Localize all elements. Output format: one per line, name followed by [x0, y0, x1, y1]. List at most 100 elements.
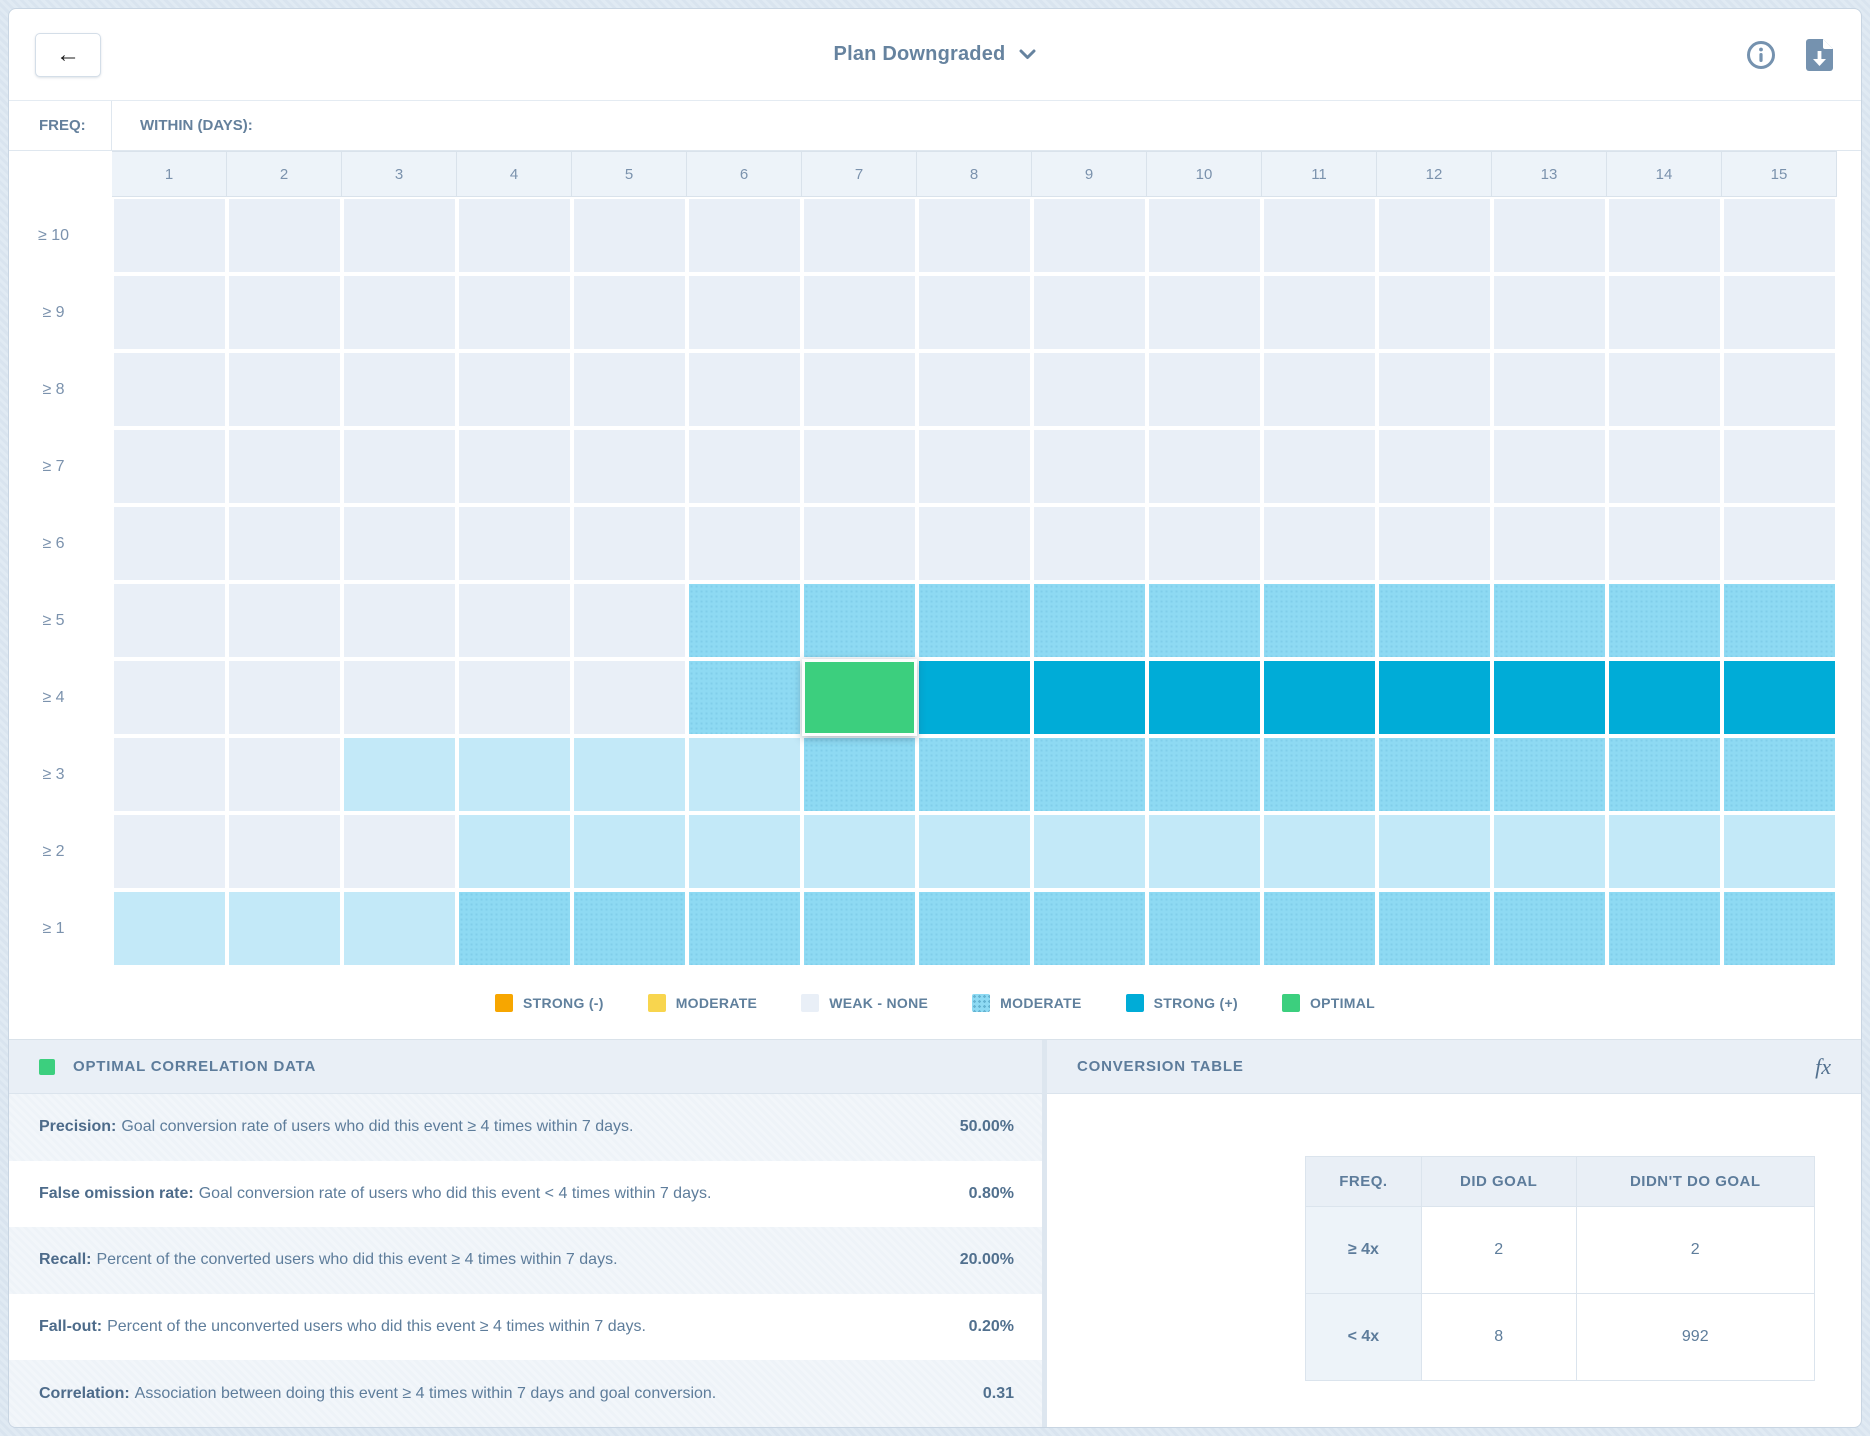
- heatmap-cell[interactable]: [457, 736, 572, 813]
- heatmap-cell[interactable]: [1722, 428, 1837, 505]
- heatmap-cell[interactable]: [1032, 890, 1147, 967]
- heatmap-cell[interactable]: [112, 428, 227, 505]
- heatmap-cell[interactable]: [112, 890, 227, 967]
- heatmap-cell[interactable]: [1607, 428, 1722, 505]
- heatmap-cell[interactable]: [342, 659, 457, 736]
- heatmap-cell[interactable]: [1262, 351, 1377, 428]
- heatmap-cell[interactable]: [1147, 582, 1262, 659]
- heatmap-cell[interactable]: [1262, 505, 1377, 582]
- heatmap-cell[interactable]: [687, 274, 802, 351]
- heatmap-cell[interactable]: [1722, 197, 1837, 274]
- heatmap-cell[interactable]: [917, 582, 1032, 659]
- heatmap-cell[interactable]: [917, 428, 1032, 505]
- heatmap-cell[interactable]: [227, 428, 342, 505]
- heatmap-cell[interactable]: [1262, 582, 1377, 659]
- heatmap-cell[interactable]: [1262, 813, 1377, 890]
- heatmap-cell[interactable]: [1147, 659, 1262, 736]
- heatmap-cell[interactable]: [1722, 736, 1837, 813]
- heatmap-cell[interactable]: [1722, 505, 1837, 582]
- formula-fx-icon[interactable]: fx: [1815, 1054, 1831, 1080]
- heatmap-cell[interactable]: [1377, 659, 1492, 736]
- heatmap-cell[interactable]: [1492, 505, 1607, 582]
- heatmap-cell[interactable]: [687, 351, 802, 428]
- heatmap-cell[interactable]: [342, 736, 457, 813]
- heatmap-cell[interactable]: [342, 813, 457, 890]
- heatmap-cell[interactable]: [1607, 659, 1722, 736]
- heatmap-cell[interactable]: [457, 582, 572, 659]
- heatmap-cell[interactable]: [1607, 582, 1722, 659]
- heatmap-cell[interactable]: [1492, 351, 1607, 428]
- heatmap-cell[interactable]: [1492, 890, 1607, 967]
- heatmap-cell[interactable]: [802, 351, 917, 428]
- heatmap-cell[interactable]: [802, 582, 917, 659]
- heatmap-cell[interactable]: [227, 505, 342, 582]
- heatmap-cell[interactable]: [112, 582, 227, 659]
- heatmap-cell[interactable]: [227, 274, 342, 351]
- heatmap-cell[interactable]: [572, 890, 687, 967]
- heatmap-cell[interactable]: [1147, 428, 1262, 505]
- heatmap-cell[interactable]: [342, 274, 457, 351]
- heatmap-cell[interactable]: [802, 890, 917, 967]
- heatmap-cell[interactable]: [342, 428, 457, 505]
- heatmap-cell[interactable]: [112, 274, 227, 351]
- heatmap-cell[interactable]: [227, 197, 342, 274]
- heatmap-cell[interactable]: [1492, 659, 1607, 736]
- heatmap-cell[interactable]: [227, 813, 342, 890]
- event-selector[interactable]: Plan Downgraded: [9, 43, 1861, 66]
- heatmap-cell[interactable]: [1377, 351, 1492, 428]
- heatmap-cell[interactable]: [112, 813, 227, 890]
- heatmap-cell[interactable]: [1492, 274, 1607, 351]
- heatmap-cell[interactable]: [687, 659, 802, 736]
- heatmap-cell[interactable]: [1032, 197, 1147, 274]
- heatmap-cell[interactable]: [457, 505, 572, 582]
- heatmap-cell[interactable]: [687, 890, 802, 967]
- heatmap-cell[interactable]: [457, 351, 572, 428]
- heatmap-cell[interactable]: [687, 505, 802, 582]
- heatmap-cell[interactable]: [1607, 197, 1722, 274]
- heatmap-cell[interactable]: [1377, 274, 1492, 351]
- heatmap-cell[interactable]: [1032, 274, 1147, 351]
- heatmap-cell[interactable]: [457, 890, 572, 967]
- heatmap-cell[interactable]: [1032, 659, 1147, 736]
- heatmap-cell[interactable]: [112, 736, 227, 813]
- heatmap-cell[interactable]: [572, 659, 687, 736]
- heatmap-cell[interactable]: [572, 197, 687, 274]
- heatmap-cell[interactable]: [572, 813, 687, 890]
- heatmap-cell[interactable]: [572, 428, 687, 505]
- heatmap-cell[interactable]: [917, 659, 1032, 736]
- heatmap-cell[interactable]: [1607, 890, 1722, 967]
- heatmap-cell[interactable]: [1722, 582, 1837, 659]
- heatmap-cell[interactable]: [1492, 582, 1607, 659]
- heatmap-cell[interactable]: [802, 428, 917, 505]
- heatmap-cell[interactable]: [457, 813, 572, 890]
- heatmap-cell[interactable]: [457, 197, 572, 274]
- heatmap-cell[interactable]: [687, 736, 802, 813]
- heatmap-cell[interactable]: [227, 659, 342, 736]
- heatmap-cell[interactable]: [802, 274, 917, 351]
- heatmap-cell[interactable]: [1722, 274, 1837, 351]
- heatmap-cell[interactable]: [1262, 736, 1377, 813]
- heatmap-cell[interactable]: [1722, 890, 1837, 967]
- heatmap-cell[interactable]: [1722, 351, 1837, 428]
- heatmap-cell[interactable]: [572, 351, 687, 428]
- heatmap-cell[interactable]: [1147, 274, 1262, 351]
- heatmap-cell[interactable]: [687, 428, 802, 505]
- heatmap-cell[interactable]: [1147, 813, 1262, 890]
- heatmap-cell[interactable]: [1377, 428, 1492, 505]
- heatmap-cell[interactable]: [1607, 274, 1722, 351]
- heatmap-cell[interactable]: [1492, 428, 1607, 505]
- heatmap-cell[interactable]: [572, 736, 687, 813]
- heatmap-cell[interactable]: [227, 582, 342, 659]
- heatmap-cell[interactable]: [1377, 736, 1492, 813]
- heatmap-cell[interactable]: [457, 659, 572, 736]
- heatmap-cell[interactable]: [687, 582, 802, 659]
- heatmap-cell[interactable]: [227, 736, 342, 813]
- heatmap-cell[interactable]: [1032, 428, 1147, 505]
- heatmap-cell[interactable]: [457, 428, 572, 505]
- heatmap-cell[interactable]: [112, 659, 227, 736]
- heatmap-cell[interactable]: [802, 197, 917, 274]
- heatmap-cell[interactable]: [227, 890, 342, 967]
- heatmap-cell[interactable]: [1147, 351, 1262, 428]
- heatmap-cell[interactable]: [802, 505, 917, 582]
- heatmap-cell[interactable]: [802, 736, 917, 813]
